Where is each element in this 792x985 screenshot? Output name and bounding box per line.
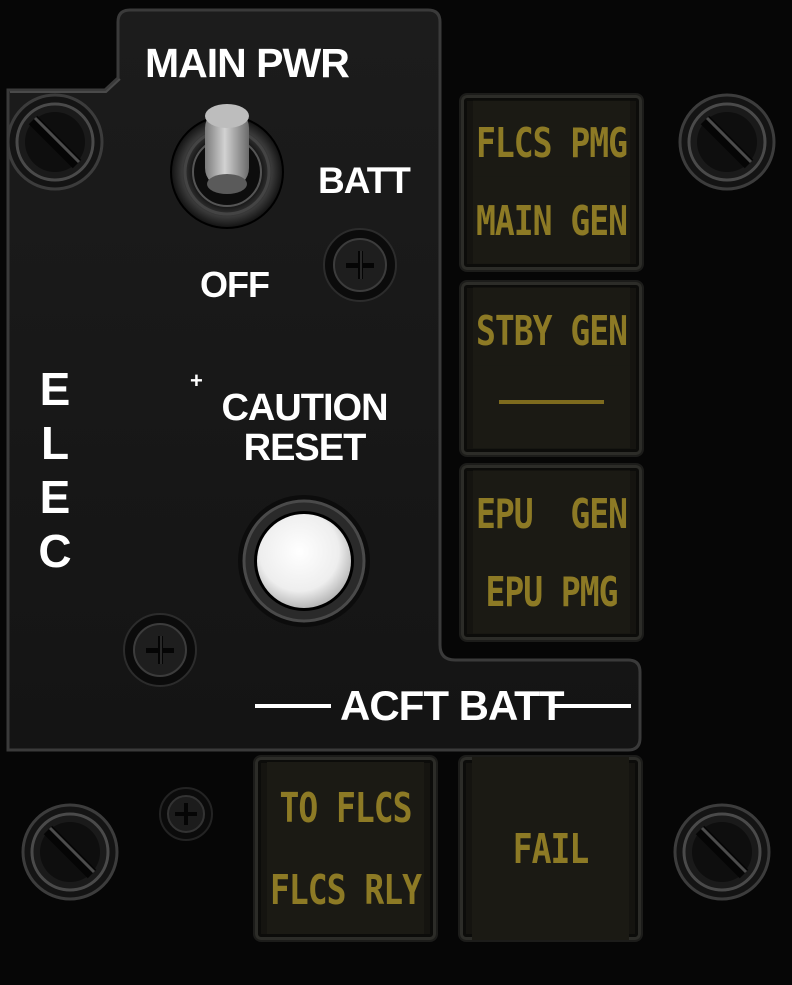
annunciator-blank-cell	[473, 365, 630, 449]
caution-reset-button-icon	[238, 495, 370, 627]
slotted-screw-graphic	[6, 93, 104, 191]
caution-reset-line1: CAUTION	[221, 387, 388, 429]
annunciator-epu-gen: EPU GEN	[473, 470, 630, 556]
caution-reset-button[interactable]	[236, 493, 372, 629]
annunciator-flcs-rly: FLCS RLY	[267, 844, 424, 934]
annunciator-epu-gen-epu-pmg: EPU GEN EPU PMG	[461, 465, 642, 640]
annunciator-flcs-pmg: FLCS PMG	[473, 100, 630, 184]
annunciator-blank-bar	[499, 400, 604, 404]
caution-reset-label: CAUTION RESET	[212, 388, 397, 468]
caution-reset-marker: +	[190, 368, 203, 393]
toggle-switch-icon	[170, 104, 284, 229]
caution-reset-line2: RESET	[243, 427, 367, 469]
elec-side-label-text: ELEC	[38, 363, 72, 577]
annunciator-stby-gen: STBY GEN	[461, 282, 642, 455]
acft-batt-line-right-bar	[553, 704, 631, 708]
main-pwr-batt-label: BATT	[318, 160, 411, 201]
phillips-screw-icon	[158, 786, 214, 842]
annunciator-to-flcs: TO FLCS	[267, 762, 424, 852]
slotted-screw-icon	[5, 92, 105, 192]
main-pwr-toggle-switch[interactable]	[165, 100, 295, 230]
slotted-screw-icon	[672, 802, 772, 902]
annunciator-flcs-pmg-main-gen: FLCS PMG MAIN GEN	[461, 95, 642, 270]
phillips-screw-icon	[122, 612, 198, 688]
slotted-screw-graphic	[678, 93, 776, 191]
main-pwr-label: MAIN PWR	[145, 40, 350, 86]
elec-side-label: ELEC	[38, 362, 78, 578]
main-pwr-off-label: OFF	[200, 264, 270, 305]
acft-batt-label: ACFT BATT	[340, 682, 564, 729]
slotted-screw-graphic	[21, 803, 119, 901]
phillips-screw-graphic	[323, 228, 397, 302]
phillips-screw-graphic	[123, 613, 197, 687]
annunciator-stby-gen-text: STBY GEN	[473, 287, 630, 373]
annunciator-epu-pmg: EPU PMG	[473, 548, 630, 634]
phillips-screw-icon	[322, 227, 398, 303]
acft-batt-line-left-bar	[255, 704, 331, 708]
annunciator-main-gen: MAIN GEN	[473, 176, 630, 264]
slotted-screw-icon	[20, 802, 120, 902]
slotted-screw-icon	[677, 92, 777, 192]
annunciator-to-flcs-flcs-rly: TO FLCS FLCS RLY	[255, 757, 436, 940]
slotted-screw-graphic	[673, 803, 771, 901]
annunciator-fail: FAIL	[460, 757, 641, 940]
annunciator-fail-text: FAIL	[472, 757, 629, 940]
elec-control-panel: ELEC MAIN PWR BATT OFF + CAUTION RESET A…	[0, 0, 792, 985]
phillips-screw-graphic	[159, 787, 213, 841]
